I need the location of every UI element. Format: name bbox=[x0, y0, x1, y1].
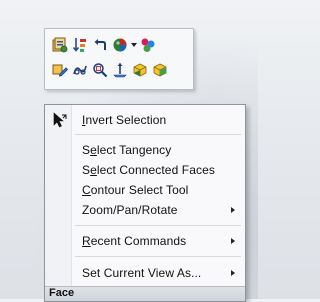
edit-feature-icon bbox=[52, 64, 68, 77]
context-menu: Invert Selection Select Tangency Select … bbox=[44, 104, 246, 302]
submenu-arrow-icon bbox=[231, 207, 235, 213]
menu-item-recent-commands[interactable]: Recent Commands bbox=[47, 231, 243, 251]
back-button[interactable] bbox=[91, 36, 109, 54]
menu-item-label: Invert Selection bbox=[82, 113, 167, 127]
hide-face-icon bbox=[133, 63, 147, 77]
edit-feature-button[interactable] bbox=[51, 61, 69, 79]
menu-item-label: Zoom/Pan/Rotate bbox=[82, 203, 178, 217]
sort-order-button[interactable] bbox=[71, 36, 89, 54]
menu-item-invert-selection[interactable]: Invert Selection bbox=[47, 110, 243, 130]
menu-item-label: Contour Select Tool bbox=[82, 183, 189, 197]
menu-item-icon-slot bbox=[47, 110, 73, 130]
menu-item-select-connected-faces[interactable]: Select Connected Faces bbox=[47, 160, 243, 180]
menu-separator bbox=[75, 256, 241, 257]
zoom-to-selection-button[interactable] bbox=[91, 61, 109, 79]
menu-item-contour-select-tool[interactable]: Contour Select Tool bbox=[47, 180, 243, 200]
show-face-icon bbox=[153, 63, 167, 77]
select-arrow-icon bbox=[53, 112, 67, 128]
appearance-button[interactable] bbox=[111, 36, 129, 54]
scene-button[interactable] bbox=[139, 36, 157, 54]
show-face-button[interactable] bbox=[151, 61, 169, 79]
sketch-link-button[interactable] bbox=[71, 61, 89, 79]
menu-item-select-tangency[interactable]: Select Tangency bbox=[47, 140, 243, 160]
zoom-to-selection-icon bbox=[93, 63, 108, 78]
appearance-dropdown[interactable] bbox=[131, 36, 137, 54]
back-arrow-icon bbox=[94, 39, 106, 50]
submenu-arrow-icon bbox=[231, 238, 235, 244]
menu-item-label: Select Connected Faces bbox=[82, 163, 215, 177]
face-properties-icon bbox=[52, 37, 68, 53]
context-toolbar bbox=[44, 28, 194, 90]
chevron-down-icon bbox=[131, 43, 137, 47]
menu-separator bbox=[75, 134, 241, 135]
menu-item-zoom-pan-rotate[interactable]: Zoom/Pan/Rotate bbox=[47, 200, 243, 220]
normal-to-button[interactable] bbox=[111, 61, 129, 79]
context-toolbar-row-1 bbox=[51, 36, 157, 54]
context-toolbar-row-2 bbox=[51, 61, 169, 79]
menu-item-set-current-view-as[interactable]: Set Current View As... bbox=[47, 263, 243, 283]
hide-face-button[interactable] bbox=[131, 61, 149, 79]
menu-item-label: Recent Commands bbox=[82, 234, 187, 248]
appearance-icon bbox=[113, 38, 127, 52]
sort-order-icon bbox=[72, 38, 86, 52]
scene-icon bbox=[141, 38, 155, 52]
menu-separator bbox=[75, 225, 241, 226]
submenu-arrow-icon bbox=[231, 270, 235, 276]
sketch-link-icon bbox=[73, 65, 87, 75]
menu-item-label: Select Tangency bbox=[82, 143, 172, 157]
menu-item-label: Set Current View As... bbox=[82, 266, 202, 280]
normal-to-icon bbox=[113, 63, 127, 78]
selection-type-label: Face bbox=[49, 287, 75, 299]
face-properties-button[interactable] bbox=[51, 36, 69, 54]
